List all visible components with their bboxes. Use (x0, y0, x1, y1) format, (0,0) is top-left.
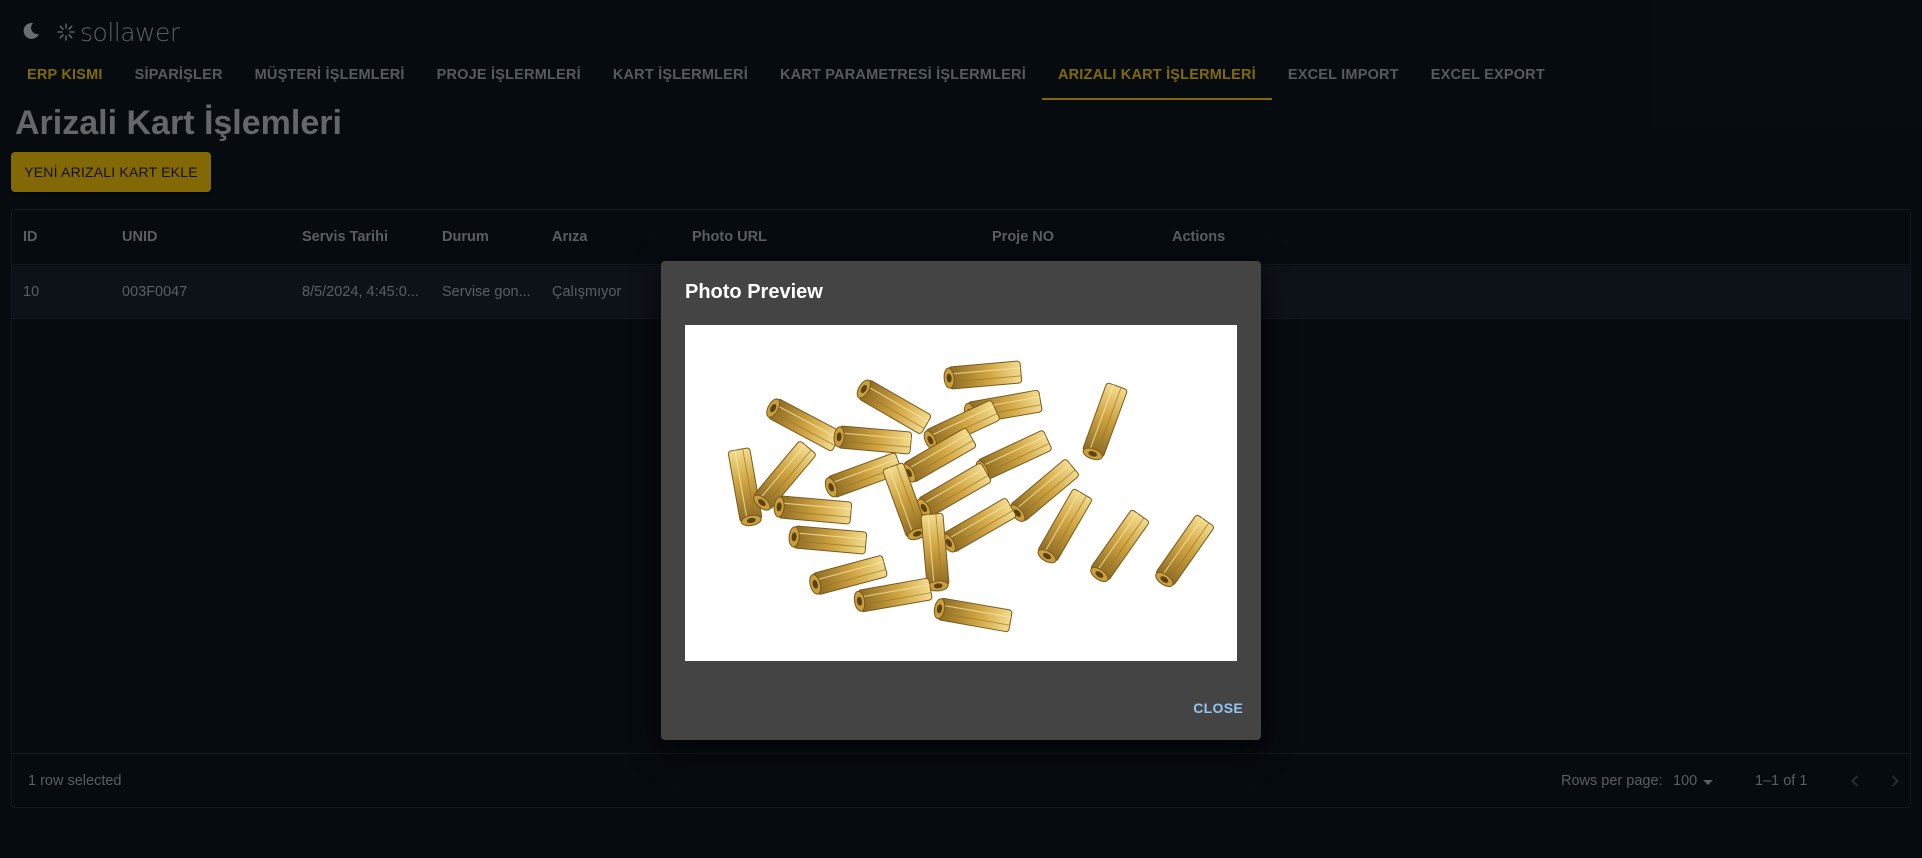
dialog-title: Photo Preview (685, 281, 823, 303)
close-button[interactable]: CLOSE (1191, 692, 1245, 724)
photo-preview-dialog: Photo Preview CLOSE (661, 261, 1261, 740)
photo-preview-image (685, 325, 1237, 661)
